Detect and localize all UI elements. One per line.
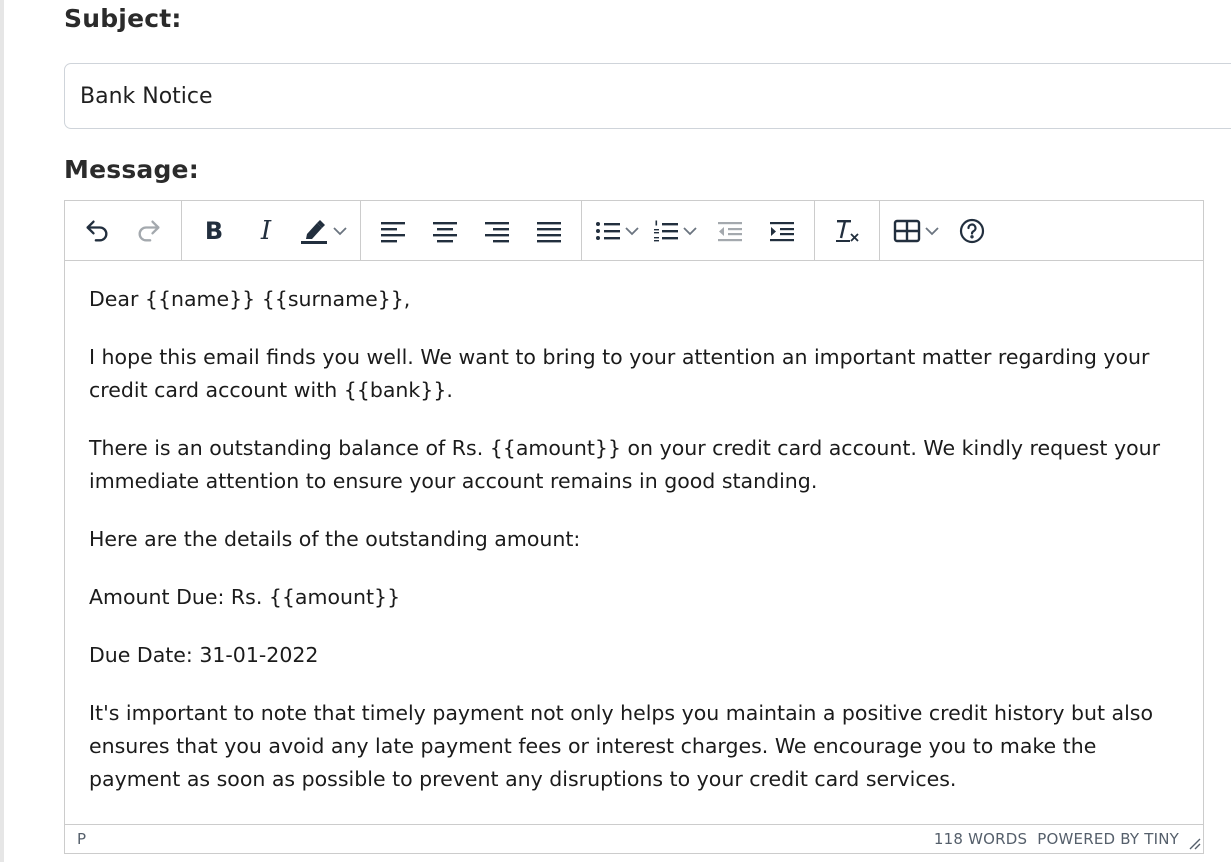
chevron-down-icon xyxy=(333,226,347,235)
amount-due-line: Amount Due: Rs. {{amount}} xyxy=(89,585,401,609)
bold-button[interactable]: B xyxy=(195,211,233,251)
indent-icon xyxy=(770,221,794,241)
chevron-down-icon xyxy=(683,226,697,235)
redo-icon xyxy=(138,220,160,241)
italic-button[interactable]: I xyxy=(247,211,285,251)
resize-handle-icon[interactable] xyxy=(1187,836,1201,850)
align-right-icon xyxy=(485,221,509,242)
due-date-line: Due Date: 31-01-2022 xyxy=(89,643,319,667)
element-path[interactable]: P xyxy=(77,830,934,848)
editor-content[interactable]: Dear {{name}} {{surname}}, I hope this e… xyxy=(89,283,1189,821)
align-right-button[interactable] xyxy=(478,211,516,251)
body-paragraph: I hope this email finds you well. We wan… xyxy=(89,345,1150,402)
clear-formatting-button[interactable] xyxy=(828,211,866,251)
clear-format-icon xyxy=(836,219,859,242)
align-justify-icon xyxy=(537,221,561,242)
numbered-list-icon xyxy=(654,220,678,241)
rich-text-editor: B I Dear {{name}} {{surname}}, I hope th… xyxy=(64,200,1204,854)
body-paragraph: There is an outstanding balance of Rs. {… xyxy=(89,436,1161,493)
table-button[interactable] xyxy=(893,211,939,251)
alignment-group xyxy=(361,201,582,260)
help-icon xyxy=(959,218,985,243)
history-group xyxy=(65,201,182,260)
outdent-icon xyxy=(718,221,742,241)
chevron-down-icon xyxy=(625,226,639,235)
insert-group xyxy=(880,201,1004,260)
indent-button[interactable] xyxy=(763,211,801,251)
word-count[interactable]: 118 WORDS xyxy=(934,830,1027,848)
numbered-list-button[interactable] xyxy=(653,211,697,251)
powered-by-link[interactable]: POWERED BY TINY xyxy=(1037,830,1179,848)
editor-toolbar: B I xyxy=(65,201,1203,261)
undo-icon xyxy=(86,220,108,241)
subject-label: Subject: xyxy=(64,4,182,33)
align-left-button[interactable] xyxy=(374,211,412,251)
body-paragraph: Here are the details of the outstanding … xyxy=(89,527,581,551)
table-icon xyxy=(893,219,921,242)
subject-input[interactable] xyxy=(64,63,1231,129)
align-center-button[interactable] xyxy=(426,211,464,251)
greeting-paragraph: Dear {{name}} {{surname}}, xyxy=(89,287,411,311)
align-center-icon xyxy=(433,221,457,242)
bold-icon: B xyxy=(204,216,224,245)
undo-button[interactable] xyxy=(78,211,116,251)
body-paragraph: It's important to note that timely payme… xyxy=(89,701,1154,791)
bullet-list-button[interactable] xyxy=(595,211,639,251)
compose-email-page: Subject: Message: B xyxy=(0,0,1231,862)
align-justify-button[interactable] xyxy=(530,211,568,251)
editor-statusbar: P 118 WORDS POWERED BY TINY xyxy=(65,824,1203,853)
list-group xyxy=(582,201,815,260)
highlight-icon xyxy=(301,219,327,244)
highlight-color-button[interactable] xyxy=(299,211,347,251)
help-button[interactable] xyxy=(953,211,991,251)
redo-button[interactable] xyxy=(130,211,168,251)
clear-format-group xyxy=(815,201,880,260)
message-label: Message: xyxy=(64,155,199,184)
format-group: B I xyxy=(182,201,361,260)
bullet-list-icon xyxy=(596,221,620,240)
outdent-button[interactable] xyxy=(711,211,749,251)
left-scroll-edge xyxy=(0,0,4,862)
italic-icon: I xyxy=(260,215,272,246)
align-left-icon xyxy=(381,221,405,242)
chevron-down-icon xyxy=(925,226,939,235)
